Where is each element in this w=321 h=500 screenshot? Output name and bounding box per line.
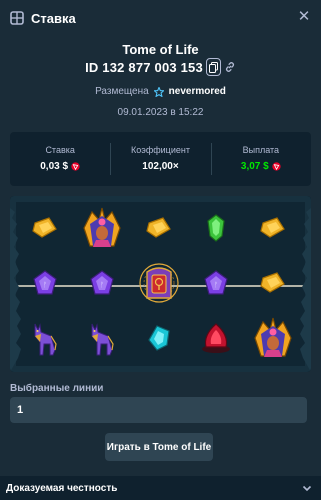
play-game-button[interactable]: Играть в Tome of Life xyxy=(105,433,213,461)
pharaoh-icon xyxy=(245,313,301,363)
lines-label: Выбранные линии xyxy=(10,383,104,394)
link-icon[interactable] xyxy=(224,61,236,73)
green-gem-icon xyxy=(188,203,244,253)
pharaoh-icon xyxy=(74,203,130,253)
bet-date: 09.01.2023 в 15:22 xyxy=(117,107,204,118)
lines-input[interactable]: 1 xyxy=(10,397,307,423)
gold-gem-icon xyxy=(17,203,73,253)
vip-star-icon xyxy=(153,86,164,97)
stat-multiplier-value: 102,00× xyxy=(142,161,179,172)
bet-id-row: ID 132 877 003 153 xyxy=(0,58,321,76)
tome-of-life-icon xyxy=(131,258,187,308)
stat-payout-value: 3,07 $ xyxy=(240,161,269,172)
svg-text:ᚠ: ᚠ xyxy=(100,281,104,289)
stat-bet-label: Ставка xyxy=(45,145,75,155)
placed-label: Размещена xyxy=(95,86,149,97)
stat-bet-value: 0,03 $ xyxy=(40,161,69,172)
red-gem-icon xyxy=(188,313,244,363)
purple-gem-icon: ᚠ xyxy=(17,258,73,308)
stat-payout-label: Выплата xyxy=(242,145,280,155)
trx-coin-icon xyxy=(272,162,281,171)
anubis-jackal-icon xyxy=(17,313,73,363)
game-name[interactable]: Tome of Life xyxy=(0,42,321,57)
trx-coin-icon xyxy=(71,162,80,171)
gold-gem-icon xyxy=(131,203,187,253)
username-link[interactable]: nevermored xyxy=(169,86,226,97)
gold-gem-icon xyxy=(245,203,301,253)
stat-multiplier-label: Коэффициент xyxy=(131,145,190,155)
svg-text:ᚠ: ᚠ xyxy=(214,281,218,289)
stat-multiplier: Коэффициент 102,00× xyxy=(110,139,210,179)
provably-fair-bar[interactable]: Доказуемая честность xyxy=(0,476,321,500)
anubis-jackal-icon xyxy=(74,313,130,363)
stat-bet: Ставка 0,03 $ xyxy=(10,139,110,179)
stat-payout: Выплата 3,07 $ xyxy=(210,139,311,179)
chevron-down-icon xyxy=(302,485,312,492)
gold-gem-icon xyxy=(245,258,301,308)
purple-gem-icon: ᚠ xyxy=(74,258,130,308)
placed-by-row: Размещена nevermored xyxy=(0,86,321,97)
svg-text:ᚠ: ᚠ xyxy=(43,281,47,289)
modal-header: Ставка ✕ xyxy=(0,0,321,36)
close-icon[interactable]: ✕ xyxy=(297,9,311,24)
copy-icon[interactable] xyxy=(205,58,221,76)
bet-id: ID 132 877 003 153 xyxy=(85,59,203,75)
cyan-gem-icon xyxy=(131,313,187,363)
provably-fair-label: Доказуемая честность xyxy=(6,482,118,494)
purple-gem-icon: ᚠ xyxy=(188,258,244,308)
modal-title: Ставка xyxy=(31,10,76,26)
bet-slip-icon xyxy=(10,11,24,25)
slot-board: ᚠᚠᚠ xyxy=(10,196,311,372)
bet-stats-panel: Ставка 0,03 $ Коэффициент 102,00× Выплат… xyxy=(10,132,311,186)
